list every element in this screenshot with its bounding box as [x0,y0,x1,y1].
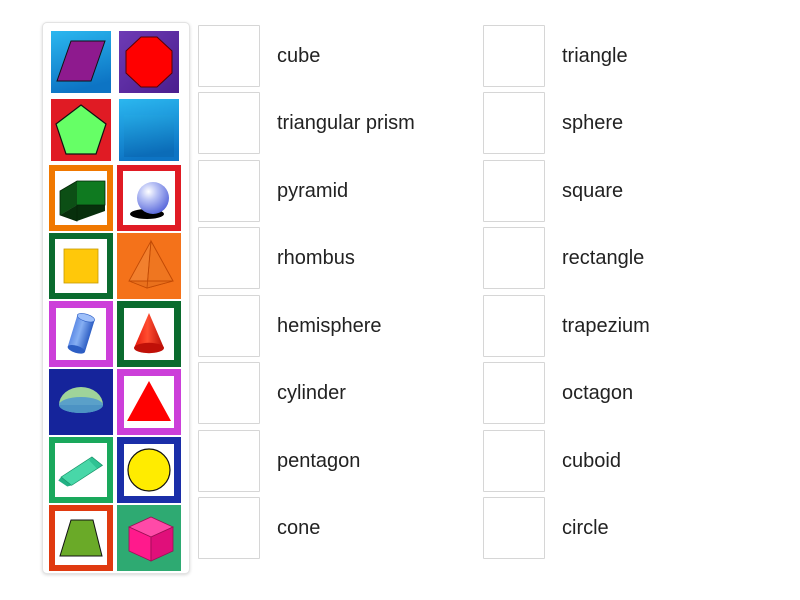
drop-target-cube[interactable] [198,24,260,87]
shape-image-bank [42,22,190,574]
answer-row: triangular prism [198,90,498,158]
answer-label: cuboid [562,449,621,472]
drop-target-cone[interactable] [198,497,260,560]
answer-row: cylinder [198,360,498,428]
drop-target-square[interactable] [483,159,545,222]
answer-label: pyramid [277,179,349,202]
answer-column-1: cube triangular prism pyramid rhombus he… [198,22,498,562]
drop-target-circle[interactable] [483,497,545,560]
answer-label: hemisphere [277,314,382,337]
drop-target-trapezium[interactable] [483,294,545,357]
drop-target-triangle[interactable] [483,24,545,87]
drop-target-cuboid[interactable] [483,429,545,492]
answer-row: circle [483,495,783,563]
drop-target-pentagon[interactable] [198,429,260,492]
answer-row: rhombus [198,225,498,293]
shape-tile-pentagon[interactable] [49,97,113,163]
answer-row: cube [198,22,498,90]
shape-tile-trapezium[interactable] [49,505,113,571]
shape-tile-cuboid[interactable] [49,165,113,231]
drop-target-cylinder[interactable] [198,362,260,425]
answer-row: triangle [483,22,783,90]
answer-row: square [483,157,783,225]
answer-row: pyramid [198,157,498,225]
answer-label: cylinder [277,382,346,405]
answer-label: octagon [562,382,634,405]
shape-tile-square-yellow[interactable] [49,233,113,299]
answer-label: circle [562,517,609,540]
shape-tile-cone[interactable] [117,301,181,367]
answer-label: triangular prism [277,112,415,135]
answer-row: cone [198,495,498,563]
shape-tile-pyramid[interactable] [117,233,181,299]
answer-label: cone [277,517,321,540]
shape-tile-cube[interactable] [117,505,181,571]
drop-target-rhombus[interactable] [198,227,260,290]
answer-label: pentagon [277,449,361,472]
drop-target-hemisphere[interactable] [198,294,260,357]
shape-tile-triangular-prism[interactable] [49,437,113,503]
shape-tile-square-blue[interactable] [117,97,181,163]
shape-tile-triangle[interactable] [117,369,181,435]
shape-tile-octagon[interactable] [117,29,181,95]
answer-label: cube [277,44,321,67]
answer-row: hemisphere [198,292,498,360]
answer-row: cuboid [483,427,783,495]
drop-target-pyramid[interactable] [198,159,260,222]
answer-label: rhombus [277,247,355,270]
shape-tile-hemisphere[interactable] [49,369,113,435]
answer-label: trapezium [562,314,650,337]
drop-target-octagon[interactable] [483,362,545,425]
answer-column-2: triangle sphere square rectangle trapezi… [483,22,783,562]
drop-target-triangular-prism[interactable] [198,92,260,155]
shape-tile-cylinder[interactable] [49,301,113,367]
drop-target-rectangle[interactable] [483,227,545,290]
answer-row: octagon [483,360,783,428]
answer-label: sphere [562,112,624,135]
match-up-activity: cube triangular prism pyramid rhombus he… [0,0,800,600]
answer-row: rectangle [483,225,783,293]
shape-tile-rhombus[interactable] [49,29,113,95]
answer-label: square [562,179,624,202]
answer-label: rectangle [562,247,645,270]
drop-target-sphere[interactable] [483,92,545,155]
answer-row: sphere [483,90,783,158]
answer-label: triangle [562,44,628,67]
shape-tile-circle[interactable] [117,437,181,503]
answer-row: pentagon [198,427,498,495]
shape-tile-sphere[interactable] [117,165,181,231]
answer-row: trapezium [483,292,783,360]
